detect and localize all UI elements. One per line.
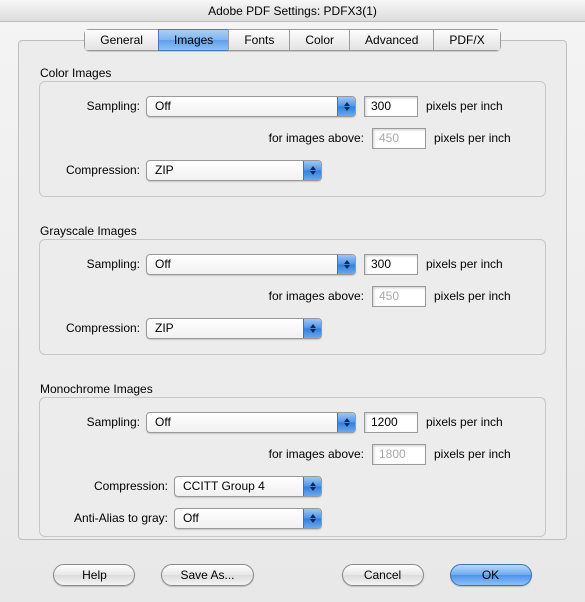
updown-icon [337,97,355,116]
group-title-color: Color Images [36,66,115,80]
help-button[interactable]: Help [53,564,135,586]
tab-advanced[interactable]: Advanced [349,29,433,51]
group-grayscale-images: Grayscale Images Sampling: Off pixels pe… [39,239,546,355]
ppi-label: pixels per inch [426,99,503,113]
tab-pdfx[interactable]: PDF/X [433,29,500,51]
ppi-label: pixels per inch [434,447,511,461]
updown-icon [303,319,321,338]
label-antialias: Anti-Alias to gray: [54,511,174,525]
color-above-field [372,128,426,149]
label-sampling: Sampling: [54,257,146,271]
mono-sampling-select[interactable]: Off [146,412,356,433]
label-for-above: for images above: [54,447,364,461]
group-title-mono: Monochrome Images [36,382,157,396]
color-sampling-select[interactable]: Off [146,96,356,117]
gray-sampling-select[interactable]: Off [146,254,356,275]
tab-strip: General Images Fonts Color Advanced PDF/… [19,29,566,51]
gray-compression-select[interactable]: ZIP [146,318,322,339]
mono-antialias-value: Off [183,511,199,525]
gray-compression-value: ZIP [155,321,174,335]
window-title: Adobe PDF Settings: PDFX3(1) [0,0,585,22]
ppi-label: pixels per inch [434,289,511,303]
color-compression-select[interactable]: ZIP [146,160,322,181]
updown-icon [303,161,321,180]
ppi-label: pixels per inch [426,257,503,271]
mono-res-field[interactable] [364,412,418,433]
save-as-button[interactable]: Save As... [161,564,253,586]
updown-icon [303,509,321,528]
group-color-images: Color Images Sampling: Off pixels per in… [39,81,546,197]
button-bar: Help Save As... Cancel OK [0,564,585,586]
updown-icon [303,477,321,496]
tab-general[interactable]: General [84,29,158,51]
mono-compression-value: CCITT Group 4 [183,479,265,493]
tab-images[interactable]: Images [158,29,228,51]
mono-compression-select[interactable]: CCITT Group 4 [174,476,322,497]
label-sampling: Sampling: [54,99,146,113]
label-compression: Compression: [54,479,174,493]
gray-sampling-value: Off [155,257,171,271]
label-compression: Compression: [54,321,146,335]
mono-sampling-value: Off [155,415,171,429]
label-for-above: for images above: [54,131,364,145]
ppi-label: pixels per inch [426,415,503,429]
settings-frame: General Images Fonts Color Advanced PDF/… [18,40,567,540]
cancel-button[interactable]: Cancel [342,564,424,586]
updown-icon [337,255,355,274]
label-sampling: Sampling: [54,415,146,429]
updown-icon [337,413,355,432]
color-sampling-value: Off [155,99,171,113]
color-res-field[interactable] [364,96,418,117]
label-compression: Compression: [54,163,146,177]
group-monochrome-images: Monochrome Images Sampling: Off pixels p… [39,397,546,537]
ok-button[interactable]: OK [450,564,532,586]
tab-fonts[interactable]: Fonts [228,29,289,51]
mono-above-field [372,444,426,465]
ppi-label: pixels per inch [434,131,511,145]
tab-color[interactable]: Color [289,29,349,51]
label-for-above: for images above: [54,289,364,303]
gray-above-field [372,286,426,307]
mono-antialias-select[interactable]: Off [174,508,322,529]
color-compression-value: ZIP [155,163,174,177]
gray-res-field[interactable] [364,254,418,275]
group-title-gray: Grayscale Images [36,224,141,238]
